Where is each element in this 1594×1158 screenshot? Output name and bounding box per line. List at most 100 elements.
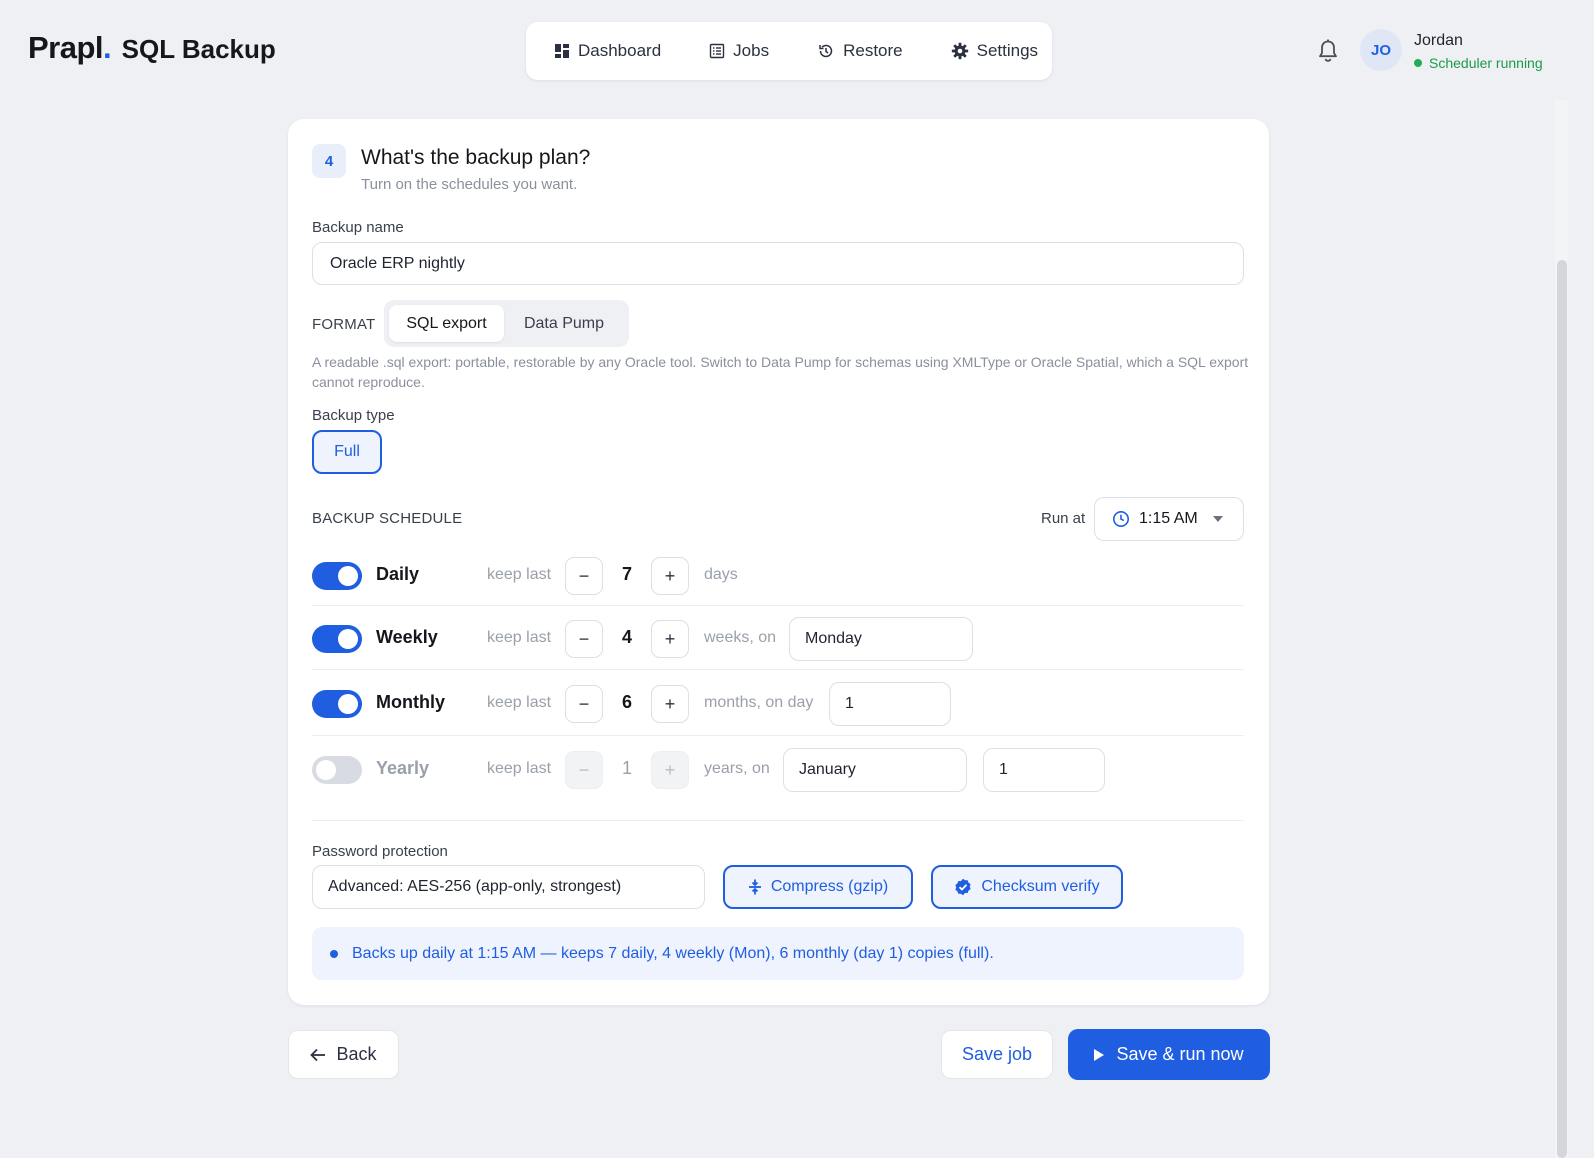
daily-keep-label: keep last [487, 566, 552, 583]
nav-dashboard[interactable]: Dashboard [554, 41, 661, 61]
status-dot-icon [1414, 59, 1422, 67]
yearly-increment-button[interactable]: + [651, 751, 689, 789]
verified-badge-icon [955, 878, 971, 896]
nav-settings[interactable]: Settings [951, 41, 1038, 61]
weekly-keep-value[interactable]: 4 [603, 627, 651, 648]
format-label: FORMAT [312, 316, 376, 333]
yearly-keep-label: keep last [487, 760, 552, 777]
jobs-icon [709, 43, 725, 59]
yearly-month-select[interactable]: January [783, 748, 967, 792]
gear-icon [951, 42, 968, 60]
checksum-verify-button[interactable]: Checksum verify [931, 865, 1123, 909]
format-option-data-pump[interactable]: Data Pump [504, 305, 624, 342]
yearly-toggle[interactable] [312, 756, 362, 784]
schedule-row-monthly: Monthly keep last − 6 + months, on day 1 [312, 671, 1244, 735]
compress-gzip-label: Compress (gzip) [770, 878, 889, 895]
yearly-day-input[interactable]: 1 [983, 748, 1105, 792]
monthly-increment-button[interactable]: + [651, 685, 689, 723]
chevron-down-icon [1213, 516, 1223, 522]
scheduler-status: Scheduler running [1414, 55, 1543, 71]
yearly-decrement-button[interactable]: − [565, 751, 603, 789]
monthly-decrement-button[interactable]: − [565, 685, 603, 723]
nav-jobs-label: Jobs [733, 41, 770, 60]
nav-dashboard-label: Dashboard [578, 41, 662, 60]
monthly-keep-value[interactable]: 6 [603, 692, 651, 713]
restore-icon [819, 44, 833, 58]
checksum-verify-label: Checksum verify [981, 878, 1100, 895]
dashboard-icon [555, 44, 569, 58]
format-help-text: A readable .sql export: portable, restor… [312, 354, 1249, 390]
run-at-select[interactable]: 1:15 AM [1094, 497, 1244, 541]
save-job-button[interactable]: Save job [941, 1030, 1053, 1079]
weekly-label: Weekly [376, 627, 438, 647]
schedule-row-weekly: Weekly keep last − 4 + weeks, on Monday [312, 606, 1244, 670]
daily-unit-label: days [704, 566, 738, 583]
weekly-day-select[interactable]: Monday [789, 617, 973, 661]
weekly-decrement-button[interactable]: − [565, 620, 603, 658]
monthly-day-input[interactable]: 1 [829, 682, 951, 726]
yearly-label: Yearly [376, 758, 430, 778]
weekly-increment-button[interactable]: + [651, 620, 689, 658]
scrollbar-thumb[interactable] [1557, 260, 1567, 1158]
format-segmented-control: SQL export Data Pump [384, 300, 629, 347]
back-button[interactable]: Back [288, 1030, 399, 1079]
yearly-unit-label: years, on [704, 760, 770, 777]
schedule-row-daily: Daily keep last − 7 + days [312, 543, 1244, 607]
compress-gzip-button[interactable]: Compress (gzip) [723, 865, 913, 909]
weekly-toggle[interactable] [312, 625, 362, 653]
run-at-label: Run at [1041, 510, 1086, 527]
daily-toggle[interactable] [312, 562, 362, 590]
backup-type-label: Backup type [312, 407, 395, 424]
top-nav: Dashboard Jobs Restore Settings [526, 22, 1052, 80]
avatar[interactable]: JO [1360, 29, 1402, 71]
password-protection-select[interactable]: Advanced: AES-256 (app-only, strongest) [312, 865, 705, 909]
nav-restore-label: Restore [843, 41, 903, 60]
save-and-run-button[interactable]: Save & run now [1068, 1029, 1270, 1080]
page-title: What's the backup plan? [361, 146, 591, 169]
monthly-unit-label: months, on day [704, 694, 814, 711]
schedule-row-yearly: Yearly keep last − 1 + years, on January… [312, 737, 1244, 801]
save-and-run-label: Save & run now [1116, 1044, 1244, 1064]
back-button-label: Back [336, 1044, 377, 1064]
brand: Prapl. SQL Backup [28, 30, 276, 66]
format-option-sql-export[interactable]: SQL export [389, 305, 504, 342]
nav-restore[interactable]: Restore [817, 41, 903, 61]
compress-icon [748, 879, 761, 895]
backup-plan-card: 4 What's the backup plan? Turn on the sc… [288, 119, 1269, 1005]
section-divider [312, 820, 1244, 821]
brand-dot: . [103, 30, 112, 65]
backup-name-label: Backup name [312, 219, 404, 236]
weekly-keep-label: keep last [487, 629, 552, 646]
yearly-keep-value[interactable]: 1 [603, 758, 651, 779]
brand-product: SQL Backup [121, 34, 276, 64]
clock-icon [1113, 511, 1129, 527]
page-subtitle: Turn on the schedules you want. [361, 176, 578, 193]
row-divider [312, 669, 1244, 670]
user-name: Jordan [1414, 32, 1463, 49]
monthly-toggle[interactable] [312, 690, 362, 718]
monthly-label: Monthly [376, 692, 445, 712]
monthly-keep-label: keep last [487, 694, 552, 711]
schedule-summary-text: Backs up daily at 1:15 AM — keeps 7 dail… [352, 944, 994, 962]
summary-bullet-icon [330, 949, 338, 958]
nav-settings-label: Settings [976, 41, 1039, 60]
brand-logo: Prapl [28, 30, 104, 65]
backup-name-input[interactable]: Oracle ERP nightly [312, 242, 1244, 285]
scheduler-status-label: Scheduler running [1429, 55, 1543, 71]
schedule-summary: Backs up daily at 1:15 AM — keeps 7 dail… [312, 927, 1244, 980]
daily-keep-value[interactable]: 7 [603, 564, 651, 585]
weekly-unit-label: weeks, on [704, 629, 777, 646]
bell-icon[interactable] [1316, 38, 1340, 64]
daily-label: Daily [376, 564, 420, 584]
backup-schedule-label: BACKUP SCHEDULE [312, 510, 463, 527]
run-at-value: 1:15 AM [1139, 510, 1198, 527]
step-number-badge: 4 [312, 144, 346, 178]
row-divider [312, 735, 1244, 736]
daily-increment-button[interactable]: + [651, 557, 689, 595]
backup-type-full-button[interactable]: Full [312, 430, 382, 474]
nav-jobs[interactable]: Jobs [709, 41, 769, 61]
daily-decrement-button[interactable]: − [565, 557, 603, 595]
arrow-left-icon [310, 1048, 326, 1061]
password-protection-label: Password protection [312, 843, 448, 860]
play-icon [1094, 1048, 1105, 1061]
